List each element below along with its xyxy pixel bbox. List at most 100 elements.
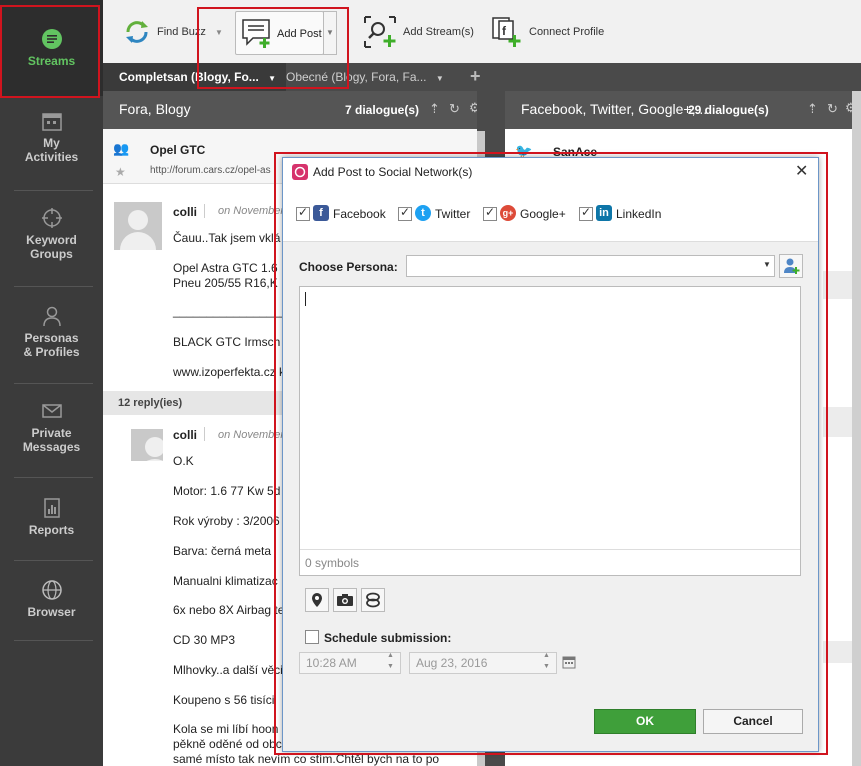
person-icon <box>42 306 61 327</box>
post-text: BLACK GTC Irmsch <box>173 335 281 349</box>
crosshair-icon <box>41 208 62 228</box>
persona-label: Choose Persona: <box>299 260 398 274</box>
avatar <box>131 429 163 461</box>
date-input[interactable]: Aug 23, 2016 <box>409 652 557 674</box>
date-stepper[interactable]: ▲ ▼ <box>541 652 555 672</box>
sidebar-item-label: Browser <box>27 605 76 619</box>
chevron-down-icon: ▼ <box>763 260 771 269</box>
add-persona-button[interactable] <box>779 254 803 278</box>
sidebar-item-keyword-groups[interactable]: Keyword Groups <box>0 207 103 261</box>
sidebar-item-browser[interactable]: Browser <box>0 579 103 619</box>
tab-completsan[interactable]: Completsan (Blogy, Fo... ▼ <box>103 63 286 91</box>
add-link-button[interactable] <box>361 588 385 612</box>
left-sidebar: Streams My Activities Keyword Groups Per… <box>0 0 103 766</box>
group-icon: 👥 <box>113 141 130 156</box>
network-label: Twitter <box>435 207 471 221</box>
post-text: Motor: 1.6 77 Kw 5d <box>173 484 281 498</box>
ok-button[interactable]: OK <box>594 709 696 734</box>
post-text: CD 30 MP3 <box>173 633 236 647</box>
tab-obecne[interactable]: Obecné (Blogy, Fora, Fa... ▼ <box>270 63 462 91</box>
divider <box>14 190 93 191</box>
post-author[interactable]: colli <box>173 428 197 442</box>
persona-select[interactable]: ▼ <box>406 255 775 277</box>
add-location-button[interactable] <box>305 588 329 612</box>
add-post-dropdown[interactable]: ▼ <box>323 11 337 55</box>
divider <box>204 204 205 218</box>
find-buzz-button[interactable]: Find Buzz <box>123 12 206 52</box>
linkedin-checkbox[interactable] <box>579 205 593 221</box>
sidebar-item-label: My Activities <box>24 136 79 164</box>
twitter-checkbox[interactable] <box>398 205 412 221</box>
chevron-down-icon[interactable]: ▼ <box>387 663 394 670</box>
chevron-up-icon[interactable]: ▲ <box>387 652 394 659</box>
globe-icon <box>41 580 62 600</box>
message-textarea[interactable]: 0 symbols <box>299 286 801 576</box>
thread-url[interactable]: http://forum.cars.cz/opel-as <box>150 165 271 176</box>
column-title: Fora, Blogy <box>119 101 191 117</box>
chevron-down-icon[interactable]: ▼ <box>543 663 550 670</box>
sidebar-item-label: Streams <box>27 54 76 68</box>
scrollbar[interactable] <box>852 91 861 766</box>
add-stream-icon <box>364 16 396 48</box>
add-photo-button[interactable] <box>333 588 357 612</box>
chevron-down-icon[interactable]: ▼ <box>436 74 444 83</box>
connect-profile-icon: f <box>492 17 521 47</box>
dialogue-count: 7 dialogue(s) <box>345 103 420 117</box>
add-post-icon <box>242 19 270 48</box>
add-streams-button[interactable]: Add Stream(s) <box>363 12 474 52</box>
refresh-icon[interactable]: ↻ <box>827 101 838 117</box>
connect-profile-button[interactable]: f Connect Profile <box>489 12 604 52</box>
post-author[interactable]: colli <box>173 205 197 219</box>
network-label: LinkedIn <box>616 207 662 221</box>
replies-count: 12 reply(ies) <box>118 397 183 409</box>
schedule-checkbox[interactable] <box>305 630 319 644</box>
linkedin-icon: in <box>596 205 612 221</box>
divider <box>14 640 93 641</box>
dialog-title: Add Post to Social Network(s) <box>313 165 473 179</box>
sidebar-item-label: Reports <box>28 523 75 537</box>
divider <box>300 549 800 550</box>
refresh-icon[interactable]: ↻ <box>449 101 460 117</box>
app-logo-icon <box>292 164 308 180</box>
facebook-icon: f <box>313 205 329 221</box>
post-text: samé místo tak nevím co stím.Chtěl bych … <box>173 752 440 766</box>
post-text: Čauu..Tak jsem vklá <box>173 231 281 245</box>
collapse-icon[interactable]: ⇡ <box>429 101 440 117</box>
column-header: Fora, Blogy 7 dialogue(s) ⇡ ↻ ⚙ <box>103 91 481 129</box>
post-text: Opel Astra GTC 1.6 <box>173 261 278 275</box>
add-post-dialog: Add Post to Social Network(s) ✕ f Facebo… <box>282 157 819 752</box>
calendar-icon <box>41 113 62 131</box>
divider <box>14 560 93 561</box>
calendar-icon[interactable] <box>562 655 576 669</box>
twitter-icon: t <box>415 205 431 221</box>
sidebar-item-label: Keyword Groups <box>26 233 77 261</box>
sidebar-item-my-activities[interactable]: My Activities <box>0 110 103 164</box>
post-text: Kola se mi líbí hoon <box>173 722 279 736</box>
star-icon[interactable]: ★ <box>115 165 126 179</box>
add-person-icon <box>784 258 800 274</box>
close-icon[interactable]: ✕ <box>795 161 808 181</box>
facebook-checkbox[interactable] <box>296 205 310 221</box>
post-text: 6x nebo 8X Airbag te <box>173 603 285 617</box>
divider <box>204 427 205 441</box>
sidebar-item-private-messages[interactable]: Private Messages <box>0 400 103 454</box>
cancel-button[interactable]: Cancel <box>703 709 803 734</box>
post-text: Manualni klimatizac <box>173 574 278 588</box>
find-buzz-dropdown-icon[interactable]: ▼ <box>215 28 223 37</box>
time-stepper[interactable]: ▲ ▼ <box>385 652 399 672</box>
dialog-titlebar[interactable]: Add Post to Social Network(s) ✕ <box>283 158 818 186</box>
sidebar-item-label: Personas & Profiles <box>23 331 80 359</box>
sidebar-item-personas-profiles[interactable]: Personas & Profiles <box>0 305 103 359</box>
divider <box>14 286 93 287</box>
chevron-up-icon[interactable]: ▲ <box>543 652 550 659</box>
column-header: Facebook, Twitter, Google+,... 29 dialog… <box>505 91 861 129</box>
add-tab-icon[interactable]: + <box>470 66 481 87</box>
sidebar-item-reports[interactable]: Reports <box>0 497 103 537</box>
sidebar-item-streams[interactable]: Streams <box>0 0 103 96</box>
google-plus-checkbox[interactable] <box>483 205 497 221</box>
column-title: Facebook, Twitter, Google+,... <box>521 101 708 117</box>
collapse-icon[interactable]: ⇡ <box>807 101 818 117</box>
add-post-button[interactable]: Add Post <box>235 11 324 55</box>
post-text[interactable]: www.izoperfekta.cz k <box>173 365 285 379</box>
symbol-counter: 0 symbols <box>305 556 360 570</box>
